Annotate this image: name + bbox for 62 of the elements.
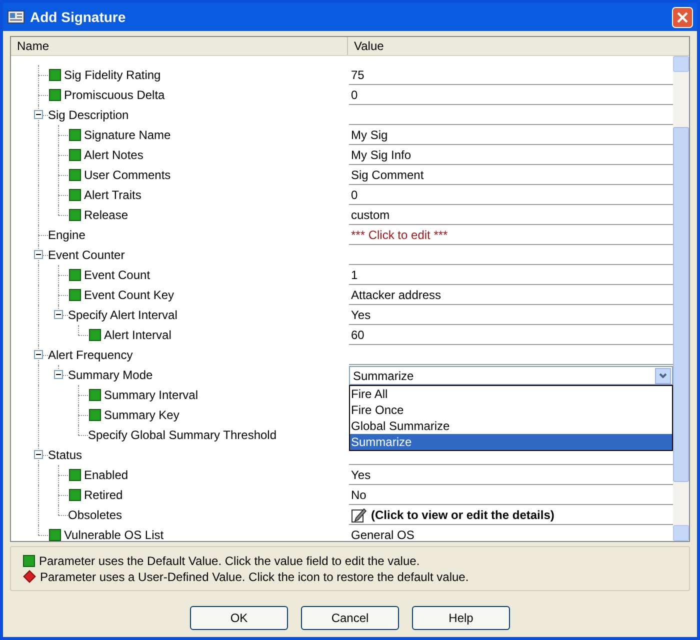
value-text[interactable]: Attacker address [349,286,444,304]
parameter-name: Alert Notes [84,147,144,164]
column-header[interactable]: Name [11,37,348,55]
parameter-name: Summary Interval [104,387,198,404]
value-text[interactable]: 60 [349,326,366,344]
parameter-name: Alert Interval [104,327,172,344]
click-to-edit-text[interactable]: *** Click to edit *** [349,226,450,244]
parameter-name: Event Count [84,267,150,284]
value-text[interactable]: 0 [349,186,360,204]
value-text[interactable]: 75 [349,66,366,84]
app-icon [7,9,25,25]
value-text[interactable]: 0 [349,86,360,104]
collapse-icon[interactable] [34,450,43,459]
collapse-icon[interactable] [34,350,43,359]
collapse-icon[interactable] [54,310,63,319]
value-text[interactable]: Yes [349,466,373,484]
column-header[interactable]: Value [348,37,689,55]
collapse-icon[interactable] [54,370,63,379]
value-text[interactable]: My Sig Info [349,146,414,164]
parameter-name: Promiscuous Delta [64,87,165,104]
dialog-button[interactable]: OK [190,606,288,630]
parameter-name: Summary Mode [68,367,153,384]
dialog-button[interactable]: Cancel [301,606,399,630]
parameter-name: Retired [84,487,123,504]
edit-pencil-icon[interactable] [351,506,367,522]
parameter-name: Sig Fidelity Rating [64,67,161,84]
value-text[interactable]: General OS [349,526,416,541]
parameter-name: User Comments [84,167,171,184]
scrollbar[interactable] [673,56,689,541]
dropdown-caret-icon[interactable] [655,368,671,384]
parameter-name: Summary Key [104,407,180,424]
value-text[interactable]: 1 [349,266,360,284]
parameter-name: Sig Description [48,107,129,124]
parameter-name: Specify Alert Interval [68,307,178,324]
parameter-name: Enabled [84,467,128,484]
value-text[interactable]: Yes [349,306,373,324]
dialog-button[interactable]: Help [412,606,510,630]
legend-text: Parameter uses the Default Value. Click the value field to edit the value. [39,552,420,570]
parameter-name: Signature Name [84,127,171,144]
parameter-name: Event Count Key [84,287,174,304]
parameter-name: Alert Traits [84,187,142,204]
collapse-icon[interactable] [34,110,43,119]
parameter-name: Event Counter [48,247,125,264]
summary-mode-dropdown[interactable]: Summarize [349,366,673,385]
value-text[interactable]: My Sig [349,126,390,144]
parameter-name: Alert Frequency [48,347,133,364]
value-text[interactable]: custom [349,206,392,224]
parameter-name: Status [48,447,82,464]
window-title: Add Signature [30,8,127,27]
parameter-name: Engine [48,227,86,244]
parameter-name: Obsoletes [68,507,122,524]
dropdown-option[interactable]: Summarize [350,434,672,450]
parameter-name: Specify Global Summary Threshold [88,427,277,444]
value-text[interactable]: No [349,486,368,504]
parameter-name: Vulnerable OS List [64,527,164,541]
legend-text: Parameter uses a User-Defined Value. Click the icon to restore the default value. [40,568,469,586]
value-text[interactable]: Sig Comment [349,166,426,184]
collapse-icon[interactable] [34,250,43,259]
parameter-name: Release [84,207,128,224]
user-value-icon[interactable] [23,570,36,583]
view-details-link[interactable]: (Click to view or edit the details) [371,506,554,524]
close-icon[interactable] [672,6,693,28]
